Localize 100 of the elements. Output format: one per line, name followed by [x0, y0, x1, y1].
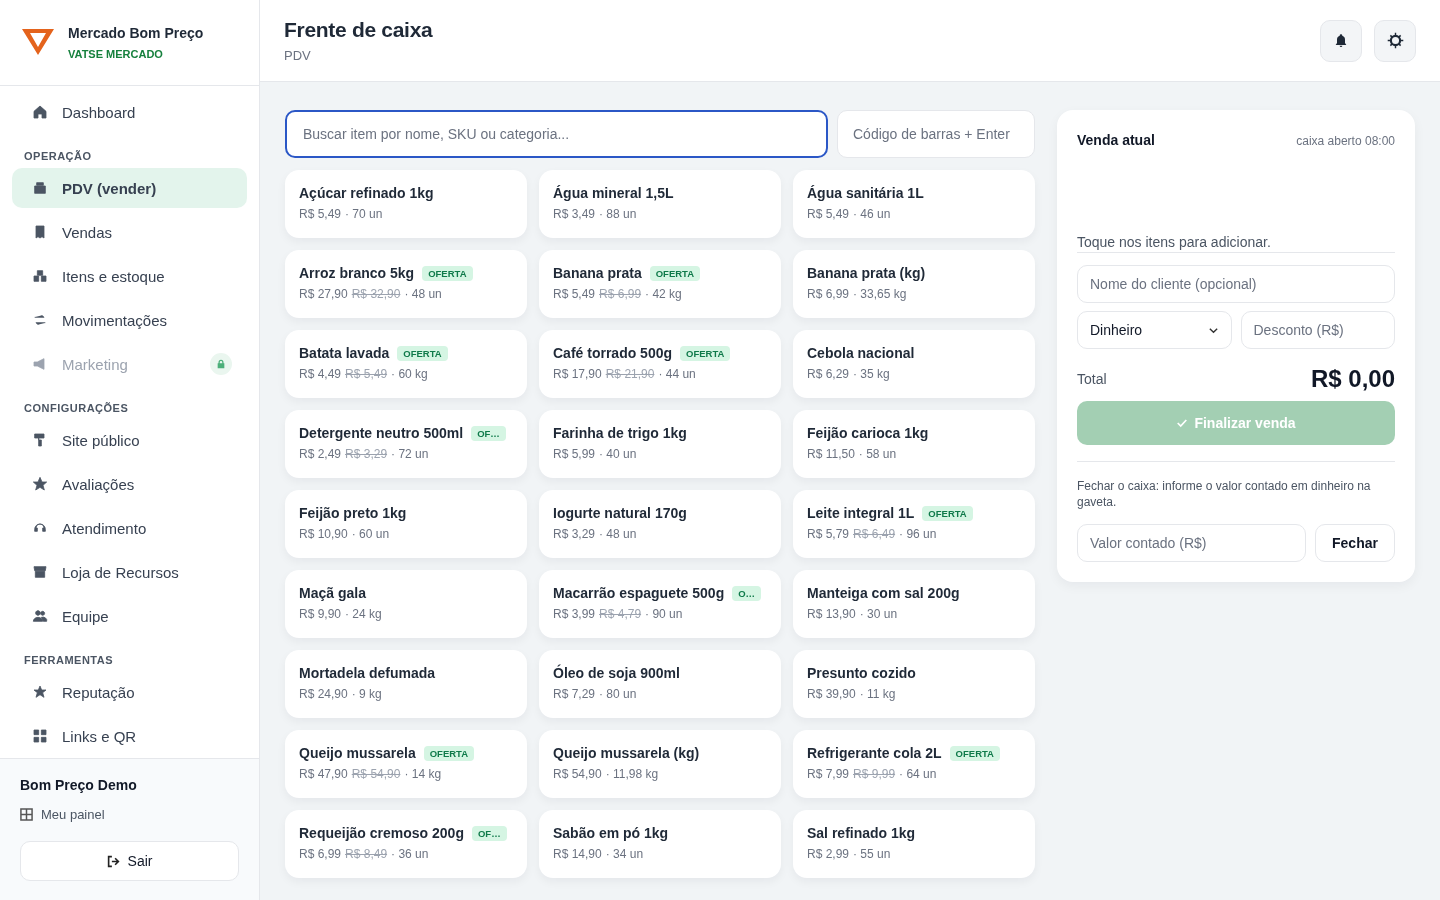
old-price: R$ 6,49 — [853, 527, 896, 541]
payment-select[interactable]: Dinheiro — [1077, 311, 1232, 349]
store-name: Mercado Bom Preço — [68, 25, 204, 41]
panel-title: Venda atual — [1077, 132, 1155, 148]
offer-tag: OFERTA — [680, 345, 731, 361]
panel-link[interactable]: Meu painel — [20, 807, 105, 822]
store-tagline: VATSE MERCADO — [68, 48, 164, 60]
product-price: R$ 2,49 — [299, 447, 342, 461]
product-name: Banana prata (kg) — [807, 265, 926, 281]
product-price: R$ 5,49 — [553, 287, 596, 301]
product-stock: · 90 un — [645, 607, 683, 621]
section-heading: CONFIGURAÇÕES — [23, 401, 130, 416]
notifications-button[interactable] — [1320, 19, 1362, 62]
product-name: Maçã gala — [299, 585, 366, 601]
search-field[interactable]: Buscar item por nome, SKU ou categoria... — [285, 110, 828, 158]
product-card[interactable]: Presunto cozido R$ 39,90 · 11 kg — [793, 650, 1035, 718]
old-price: R$ 3,29 — [345, 447, 388, 461]
discount-field[interactable]: Desconto (R$) — [1240, 311, 1395, 349]
product-card[interactable]: Refrigerante cola 2L OFERTA R$ 7,99 R$ 9,99 · 64 un — [793, 730, 1035, 798]
product-stock: · 11,98 kg — [605, 767, 659, 781]
sidebar-item[interactable]: PDV (vender) — [12, 168, 247, 208]
product-stock: · 48 un — [599, 527, 637, 541]
product-card[interactable]: Macarrão espaguete 500g O… R$ 3,99 R$ 4,79 · 90 un — [539, 570, 781, 638]
nav-icon — [32, 312, 48, 328]
old-price: R$ 5,49 — [345, 367, 388, 381]
product-name: Manteiga com sal 200g — [807, 585, 960, 601]
sidebar-item[interactable]: Site público — [12, 420, 247, 460]
nav-icon — [32, 564, 48, 580]
sidebar-item[interactable]: Loja de Recursos — [12, 552, 247, 592]
sidebar-item[interactable]: Links e QR — [12, 716, 247, 756]
sidebar-item[interactable]: Itens e estoque — [12, 256, 247, 296]
product-card[interactable]: Óleo de soja 900ml R$ 7,29 · 80 un — [539, 650, 781, 718]
product-stock: · 35 kg — [853, 367, 890, 381]
sidebar-item[interactable]: Vendas — [12, 212, 247, 252]
old-price: R$ 54,90 — [351, 767, 401, 781]
product-price: R$ 2,99 — [807, 847, 850, 861]
product-name: Arroz branco 5kg — [299, 265, 415, 281]
nav-icon — [32, 356, 48, 372]
old-price: R$ 4,79 — [599, 607, 642, 621]
counted-value-field[interactable]: Valor contado (R$) — [1077, 524, 1306, 563]
product-name: Farinha de trigo 1kg — [553, 425, 687, 441]
product-price: R$ 10,90 — [299, 527, 348, 541]
product-card[interactable]: Banana prata OFERTA R$ 5,49 R$ 6,99 · 42 kg — [539, 250, 781, 318]
product-name: Queijo mussarela — [299, 745, 416, 761]
product-price: R$ 3,49 — [553, 207, 596, 221]
product-card[interactable]: Água mineral 1,5L R$ 3,49 · 88 un — [539, 170, 781, 238]
product-card[interactable]: Detergente neutro 500ml OF… R$ 2,49 R$ 3,29 · 72 un — [285, 410, 527, 478]
product-card[interactable]: Feijão carioca 1kg R$ 11,50 · 58 un — [793, 410, 1035, 478]
customer-field[interactable]: Nome do cliente (opcional) — [1077, 265, 1395, 303]
sidebar-item[interactable]: Atendimento — [12, 508, 247, 548]
product-card[interactable]: Feijão preto 1kg R$ 10,90 · 60 un — [285, 490, 527, 558]
product-card[interactable]: Iogurte natural 170g R$ 3,29 · 48 un — [539, 490, 781, 558]
product-name: Presunto cozido — [807, 665, 916, 681]
product-card[interactable]: Leite integral 1L OFERTA R$ 5,79 R$ 6,49 · 96 un — [793, 490, 1035, 558]
product-stock: · 60 un — [351, 527, 390, 541]
product-card[interactable]: Cebola nacional R$ 6,29 · 35 kg — [793, 330, 1035, 398]
product-name: Mortadela defumada — [299, 665, 436, 681]
product-card[interactable]: Café torrado 500g OFERTA R$ 17,90 R$ 21,90 · 44 un — [539, 330, 781, 398]
nav-icon — [32, 224, 48, 240]
product-price: R$ 11,50 — [807, 447, 855, 461]
product-card[interactable]: Farinha de trigo 1kg R$ 5,99 · 40 un — [539, 410, 781, 478]
close-register-button[interactable]: Fechar — [1315, 524, 1395, 563]
logout-button[interactable]: Sair — [20, 841, 239, 881]
product-card[interactable]: Maçã gala R$ 9,90 · 24 kg — [285, 570, 527, 638]
sidebar-item[interactable]: Avaliações — [12, 464, 247, 504]
sidebar-item[interactable]: Reputação — [12, 672, 247, 712]
product-name: Café torrado 500g — [553, 345, 673, 361]
product-card[interactable]: Batata lavada OFERTA R$ 4,49 R$ 5,49 · 60 kg — [285, 330, 527, 398]
barcode-field[interactable]: Código de barras + Enter — [837, 110, 1035, 158]
nav-icon — [32, 104, 48, 120]
product-stock: · 24 kg — [345, 607, 382, 621]
product-card[interactable]: Açúcar refinado 1kg R$ 5,49 · 70 un — [285, 170, 527, 238]
product-price: R$ 13,90 — [807, 607, 856, 621]
product-stock: · 88 un — [599, 207, 637, 221]
product-price: R$ 5,99 — [553, 447, 596, 461]
product-card[interactable]: Sal refinado 1kg R$ 2,99 · 55 un — [793, 810, 1035, 878]
product-card[interactable]: Banana prata (kg) R$ 6,99 · 33,65 kg — [793, 250, 1035, 318]
product-card[interactable]: Água sanitária 1L R$ 5,49 · 46 un — [793, 170, 1035, 238]
product-card[interactable]: Requeijão cremoso 200g OF… R$ 6,99 R$ 8,49 · 36 un — [285, 810, 527, 878]
product-card[interactable]: Manteiga com sal 200g R$ 13,90 · 30 un — [793, 570, 1035, 638]
settings-button[interactable] — [1374, 19, 1416, 62]
nav-icon — [32, 684, 48, 700]
product-card[interactable]: Mortadela defumada R$ 24,90 · 9 kg — [285, 650, 527, 718]
sidebar-item[interactable]: Movimentações — [12, 300, 247, 340]
sidebar-item[interactable]: Equipe — [12, 596, 247, 636]
product-card[interactable]: Queijo mussarela (kg) R$ 54,90 · 11,98 kg — [539, 730, 781, 798]
product-card[interactable]: Queijo mussarela OFERTA R$ 47,90 R$ 54,90 · 14 kg — [285, 730, 527, 798]
nav-icon — [32, 268, 48, 284]
page-subtitle: PDV — [284, 48, 312, 63]
product-name: Sabão em pó 1kg — [553, 825, 669, 841]
product-price: R$ 6,29 — [807, 367, 850, 381]
product-name: Banana prata — [553, 265, 642, 281]
product-card[interactable]: Arroz branco 5kg OFERTA R$ 27,90 R$ 32,90 · 48 un — [285, 250, 527, 318]
product-price: R$ 24,90 — [299, 687, 348, 701]
nav-icon — [32, 728, 48, 744]
product-name: Iogurte natural 170g — [553, 505, 687, 521]
product-price: R$ 5,79 — [807, 527, 850, 541]
sidebar-item[interactable]: Dashboard — [12, 92, 247, 132]
product-stock: · 55 un — [853, 847, 891, 861]
product-card[interactable]: Sabão em pó 1kg R$ 14,90 · 34 un — [539, 810, 781, 878]
